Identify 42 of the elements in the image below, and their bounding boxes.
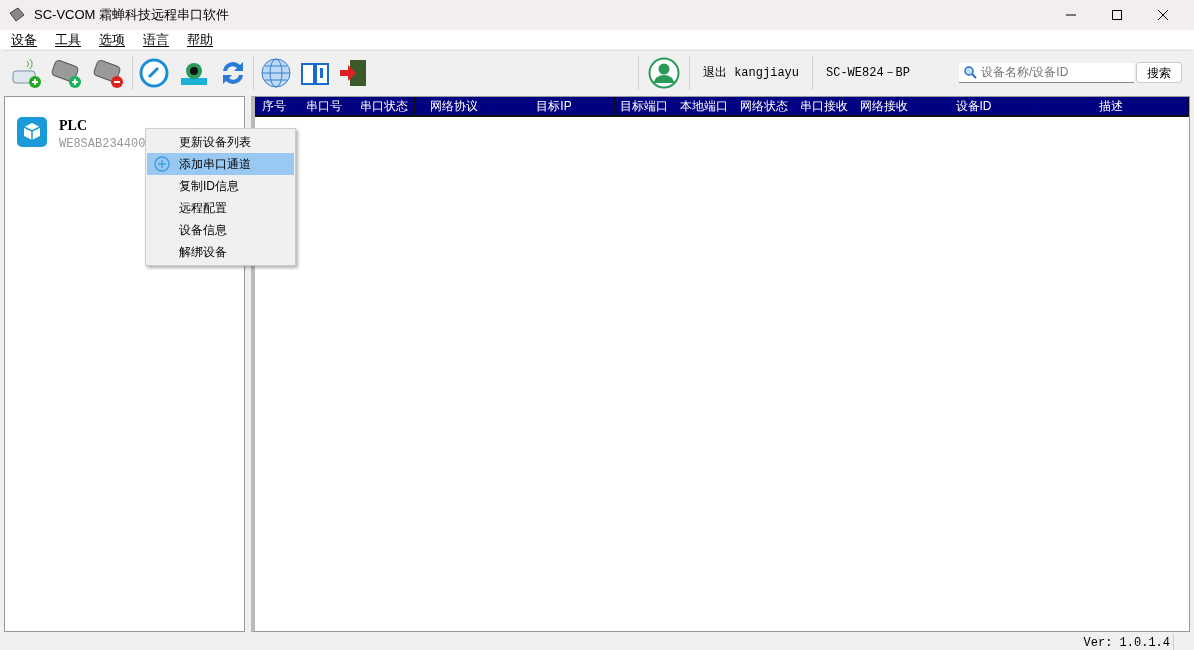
column-header[interactable]: 描述 xyxy=(1034,97,1189,115)
user-avatar-icon[interactable] xyxy=(647,56,680,89)
column-header[interactable]: 网络状态 xyxy=(734,97,794,115)
device-id: WE8SAB234400 xyxy=(59,136,146,153)
exit-door-icon[interactable] xyxy=(338,57,368,88)
column-header[interactable]: 本地端口 xyxy=(674,97,734,115)
router-add-icon[interactable] xyxy=(10,56,42,89)
column-header[interactable]: 串口号 xyxy=(294,97,354,115)
column-header[interactable]: 串口接收 xyxy=(794,97,854,115)
menu-item[interactable]: 工具 xyxy=(55,29,81,50)
menu-item[interactable]: 语言 xyxy=(143,29,169,50)
context-menu-item[interactable]: 复制ID信息 xyxy=(147,175,294,197)
menu-item[interactable]: 帮助 xyxy=(187,29,213,50)
search-button[interactable]: 搜索 xyxy=(1136,62,1182,83)
column-header[interactable]: 网络接收 xyxy=(854,97,914,115)
logout-link[interactable]: 退出 kangjiayu xyxy=(689,63,812,82)
context-menu-item[interactable]: 更新设备列表 xyxy=(147,131,294,153)
context-menu-item[interactable]: 添加串口通道 xyxy=(147,153,294,175)
app-icon xyxy=(8,7,26,23)
window-title: SC-VCOM 霜蝉科技远程串口软件 xyxy=(34,6,229,25)
version-label: Ver: 1.0.1.4 xyxy=(1083,634,1174,650)
search-input[interactable]: 设备名称/设备ID xyxy=(981,63,1121,81)
context-menu-item[interactable]: 远程配置 xyxy=(147,197,294,219)
column-header[interactable]: 设备ID xyxy=(914,97,1034,115)
column-header[interactable]: 目标IP xyxy=(494,97,615,115)
globe-icon[interactable] xyxy=(260,56,292,89)
column-header[interactable]: 目标端口 xyxy=(615,97,674,115)
maximize-icon[interactable] xyxy=(1112,10,1122,20)
search-field[interactable]: 设备名称/设备ID xyxy=(959,62,1134,83)
add-circle-icon xyxy=(153,156,170,172)
cube-icon[interactable] xyxy=(17,117,47,147)
context-menu-item[interactable]: 解绑设备 xyxy=(147,241,294,263)
menu-item[interactable]: 设备 xyxy=(11,29,37,50)
column-header[interactable]: 序号 xyxy=(255,97,294,115)
column-header[interactable]: 串口状态 xyxy=(354,97,415,115)
device-name[interactable]: PLC xyxy=(59,117,146,135)
context-menu-item[interactable]: 设备信息 xyxy=(147,219,294,241)
close-icon[interactable] xyxy=(1158,10,1168,20)
search-icon xyxy=(964,65,977,79)
menu-item[interactable]: 选项 xyxy=(99,29,125,50)
column-header[interactable]: 网络协议 xyxy=(415,97,494,115)
device-model: SC-WE824－BP xyxy=(825,64,911,82)
